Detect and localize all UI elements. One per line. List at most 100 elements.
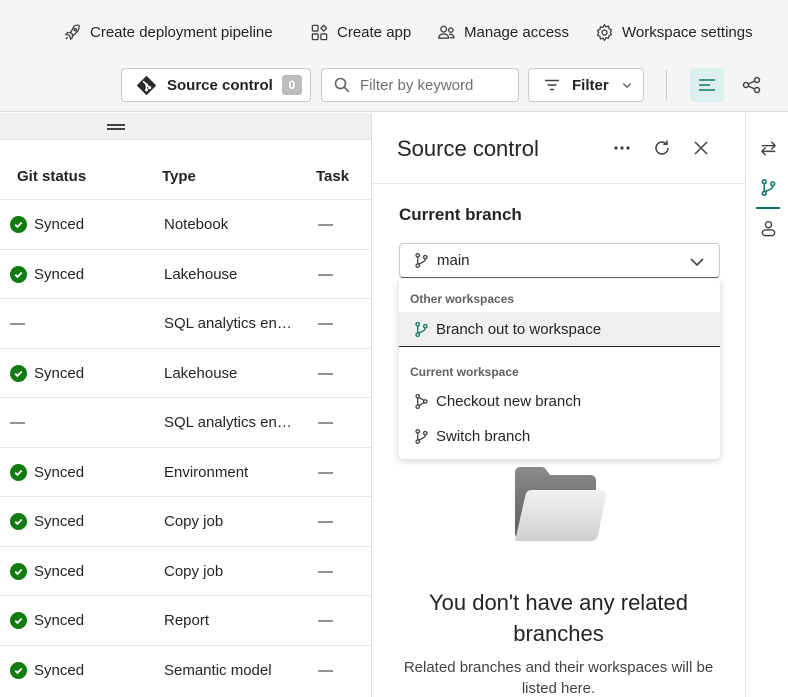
current-branch-heading: Current branch [399, 205, 522, 224]
branch-out-to-workspace-item[interactable]: Branch out to workspace [399, 312, 720, 347]
refresh-icon [655, 140, 669, 155]
history-tab[interactable] [755, 214, 781, 242]
toolbar-divider [666, 70, 667, 100]
source-control-rail [745, 113, 788, 697]
type-cell: SQL analytics endpoint [164, 299, 302, 347]
type-cell: Lakehouse [164, 250, 302, 298]
table-row[interactable]: Synced Semantic model — [0, 645, 372, 695]
type-cell: Semantic model [164, 646, 302, 694]
git-status-cell: Synced [10, 250, 84, 298]
pane-title: Source control [397, 136, 539, 161]
table-row[interactable]: Synced Copy job — [0, 546, 372, 596]
rocket-icon [64, 23, 80, 40]
table-row[interactable]: Synced Notebook — [0, 199, 372, 249]
task-cell: — [318, 562, 333, 580]
resize-handle[interactable] [0, 113, 371, 140]
branch-icon [415, 321, 428, 337]
type-cell: Lakehouse [164, 349, 302, 397]
type-cell: Copy job [164, 497, 302, 545]
more-options-button[interactable] [609, 135, 635, 161]
person-stack-icon [761, 220, 775, 236]
switch-branch-item[interactable]: Switch branch [399, 419, 720, 454]
menu-group-other-workspaces: Other workspaces [410, 292, 515, 306]
changes-tab[interactable] [755, 134, 781, 162]
git-status-text: Synced [34, 265, 85, 283]
git-status-text: Synced [34, 661, 85, 679]
checkout-new-branch-item[interactable]: Checkout new branch [399, 384, 720, 419]
create-deployment-pipeline-button[interactable]: Create deployment pipeline [63, 18, 273, 46]
source-control-pane: Source control Current branch main Other… [372, 113, 745, 697]
more-horizontal-icon [614, 146, 630, 150]
git-status-text: Synced [34, 611, 85, 629]
close-pane-button[interactable] [688, 135, 714, 161]
synced-check-icon [10, 611, 27, 629]
git-status-cell: Synced [10, 547, 84, 595]
list-view-button[interactable] [690, 68, 724, 102]
table-row[interactable]: Synced Environment — [0, 447, 372, 497]
task-cell: — [318, 512, 333, 530]
git-status-cell: Synced [10, 497, 84, 545]
branches-tab[interactable] [755, 173, 781, 201]
chevron-down-icon [690, 258, 704, 267]
task-cell: — [318, 463, 333, 481]
git-status-cell: Synced [10, 448, 84, 496]
column-header-type[interactable]: Type [162, 168, 196, 185]
filter-label: Filter [572, 76, 609, 94]
current-branch-dropdown[interactable]: main [399, 243, 720, 278]
column-header-git-status[interactable]: Git status [17, 168, 86, 185]
task-cell: — [318, 611, 333, 629]
table-row[interactable]: — SQL analytics endpoint — [0, 397, 372, 447]
synced-check-icon [10, 265, 27, 283]
synced-check-icon [10, 562, 27, 580]
type-text: Semantic model [164, 661, 272, 679]
empty-state-title: You don't have any related branches [372, 587, 745, 649]
type-text: Notebook [164, 215, 229, 233]
lineage-view-button[interactable] [735, 68, 769, 102]
task-cell: — [318, 314, 333, 332]
pane-header-divider [372, 183, 745, 184]
switch-branch-label: Switch branch [436, 428, 531, 445]
git-status-text: Synced [34, 364, 85, 382]
type-cell: Environment [164, 448, 302, 496]
git-status-text: Synced [34, 512, 85, 530]
branch-options-menu: Other workspaces Branch out to workspace… [399, 279, 720, 459]
filter-by-keyword-input[interactable] [360, 76, 510, 94]
source-control-label: Source control [167, 76, 273, 94]
filter-icon [545, 79, 559, 91]
column-header-task[interactable]: Task [316, 168, 349, 185]
git-status-text: Synced [34, 215, 85, 233]
menu-group-current-workspace: Current workspace [410, 365, 519, 379]
branch-out-to-workspace-label: Branch out to workspace [436, 320, 602, 338]
empty-state-title-text: You don't have any related branches [428, 590, 689, 646]
type-text: Report [164, 611, 210, 629]
branch-new-icon [415, 393, 428, 410]
synced-check-icon [10, 364, 27, 382]
table-row[interactable]: Synced Copy job — [0, 496, 372, 546]
type-text: Copy job [164, 512, 224, 530]
synced-check-icon [10, 463, 27, 481]
checkout-new-branch-label: Checkout new branch [436, 393, 582, 410]
filter-button[interactable]: Filter [528, 68, 644, 102]
create-app-label: Create app [337, 23, 412, 41]
table-row[interactable]: Synced Lakehouse — [0, 348, 372, 398]
task-cell: — [318, 215, 333, 233]
manage-access-button[interactable]: Manage access [437, 18, 569, 46]
type-text: Environment [164, 463, 249, 481]
create-app-button[interactable]: Create app [310, 18, 411, 46]
table-row[interactable]: Synced Report — [0, 595, 372, 645]
refresh-button[interactable] [649, 135, 675, 161]
workspace-settings-button[interactable]: Workspace settings [595, 18, 753, 46]
git-status-cell: — [10, 398, 25, 446]
synced-check-icon [10, 512, 27, 530]
branch-icon [415, 252, 428, 269]
list-view-icon [699, 79, 715, 91]
table-row[interactable]: Synced Lakehouse — [0, 249, 372, 299]
branch-icon [415, 428, 428, 445]
filter-by-keyword-field[interactable] [321, 68, 519, 102]
git-status-text: — [10, 314, 25, 332]
app-icon [311, 23, 328, 40]
people-icon [438, 25, 455, 39]
source-control-button[interactable]: Source control 0 [121, 68, 311, 102]
drag-grip-icon[interactable] [107, 124, 125, 130]
table-row[interactable]: — SQL analytics endpoint — [0, 298, 372, 348]
